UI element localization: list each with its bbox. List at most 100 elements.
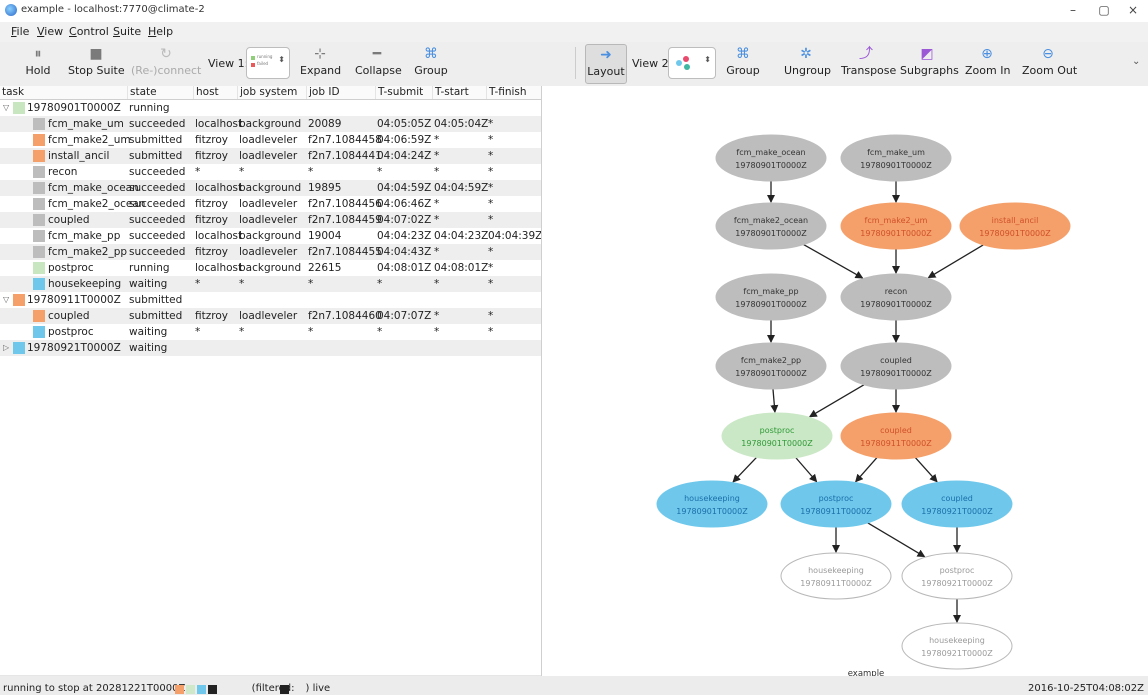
cell-tfin: * (488, 326, 494, 338)
transpose-button[interactable]: ⤴ Transpose (841, 44, 896, 82)
menu-help[interactable]: Help (148, 25, 173, 38)
graph-node[interactable]: fcm_make_pp 19780901T0000Z (715, 273, 827, 321)
col-t-finish[interactable]: T-finish (486, 86, 541, 99)
close-button[interactable]: × (1121, 1, 1145, 19)
col-state[interactable]: state (127, 86, 193, 99)
menu-file[interactable]: File (11, 25, 29, 38)
col-t-submit[interactable]: T-submit (375, 86, 432, 99)
col-task[interactable]: task (0, 86, 127, 99)
horizontal-scrollbar[interactable]: ◀ ▶ (0, 675, 541, 676)
toolbar-overflow-chevron-icon[interactable]: ⌄ (1132, 56, 1140, 67)
cycle-row[interactable]: ▷ 19780921T0000Z waiting (0, 340, 541, 356)
graph-node[interactable]: coupled 19780901T0000Z (840, 342, 952, 390)
scroll-left-icon[interactable]: ◀ (0, 675, 8, 676)
graph-node[interactable]: housekeeping 19780921T0000Z (901, 622, 1013, 670)
minimize-button[interactable]: – (1061, 1, 1085, 19)
table-row[interactable]: fcm_make_ocean succeeded localhost backgrou… (0, 180, 541, 196)
table-row[interactable]: fcm_make2_um submitted fitzroy loadleveler f… (0, 132, 541, 148)
table-row[interactable]: postproc running localhost background 22615 0… (0, 260, 541, 276)
hold-button[interactable]: ⏸ Hold (20, 44, 56, 82)
cell-host: localhost (195, 262, 243, 274)
table-row[interactable]: recon succeeded * * * * * * (0, 164, 541, 180)
col-t-start[interactable]: T-start (432, 86, 486, 99)
graph-node[interactable]: fcm_make_ocean 19780901T0000Z (715, 134, 827, 182)
table-row[interactable]: fcm_make_um succeeded localhost background 2… (0, 116, 541, 132)
cell-state: succeeded (129, 246, 186, 258)
graph-node[interactable]: postproc 19780901T0000Z (721, 412, 833, 460)
table-row[interactable]: fcm_make2_pp succeeded fitzroy loadleveler f… (0, 244, 541, 260)
group-button-left[interactable]: ⌘ Group (413, 44, 449, 82)
table-row[interactable]: postproc waiting * * * * * * (0, 324, 541, 340)
node-ellipse[interactable] (721, 412, 833, 460)
node-cycle: 19780901T0000Z (735, 369, 807, 378)
table-row[interactable]: coupled submitted fitzroy loadleveler f2n7.1… (0, 308, 541, 324)
expand-button[interactable]: ⊹ Expand (300, 44, 341, 82)
node-ellipse[interactable] (959, 202, 1071, 250)
cell-host: fitzroy (195, 134, 228, 146)
menu-suite[interactable]: Suite (113, 25, 141, 38)
node-ellipse[interactable] (715, 202, 827, 250)
graph-node[interactable]: coupled 19780921T0000Z (901, 480, 1013, 528)
node-ellipse[interactable] (656, 480, 768, 528)
cell-jobid: 19895 (308, 182, 342, 194)
subgraphs-button[interactable]: ◩ Subgraphs (900, 44, 959, 82)
zoom-in-button[interactable]: ⊕ Zoom In (965, 44, 1010, 82)
graph-node[interactable]: install_ancil 19780901T0000Z (959, 202, 1071, 250)
node-ellipse[interactable] (715, 273, 827, 321)
menu-view[interactable]: View (37, 25, 63, 38)
cycle-row[interactable]: ▽ 19780901T0000Z running (0, 100, 541, 116)
scroll-right-icon[interactable]: ▶ (532, 675, 540, 676)
graph-node[interactable]: fcm_make_um 19780901T0000Z (840, 134, 952, 182)
col-job-id[interactable]: job ID (306, 86, 375, 99)
expander-closed-icon[interactable]: ▷ (3, 340, 9, 356)
graph-node[interactable]: recon 19780901T0000Z (840, 273, 952, 321)
node-ellipse[interactable] (715, 134, 827, 182)
table-row[interactable]: housekeeping waiting * * * * * * (0, 276, 541, 292)
graph-node[interactable]: fcm_make2_um 19780901T0000Z (840, 202, 952, 250)
task-name: postproc (48, 326, 94, 338)
cycle-row[interactable]: ▽ 19780911T0000Z submitted (0, 292, 541, 308)
stop-suite-button[interactable]: ■ Stop Suite (68, 44, 125, 82)
node-ellipse[interactable] (840, 134, 952, 182)
task-tree-view[interactable]: task state host job system job ID T-subm… (0, 86, 542, 676)
col-host[interactable]: host (193, 86, 237, 99)
graph-node[interactable]: housekeeping 19780901T0000Z (656, 480, 768, 528)
node-ellipse[interactable] (901, 552, 1013, 600)
node-ellipse[interactable] (840, 273, 952, 321)
zoom-out-button[interactable]: ⊖ Zoom Out (1022, 44, 1077, 82)
graph-node[interactable]: postproc 19780911T0000Z (780, 480, 892, 528)
graph-node[interactable]: coupled 19780911T0000Z (840, 412, 952, 460)
node-ellipse[interactable] (901, 480, 1013, 528)
table-row[interactable]: coupled succeeded fitzroy loadleveler f2n7.1… (0, 212, 541, 228)
node-ellipse[interactable] (840, 412, 952, 460)
col-job-system[interactable]: job system (237, 86, 306, 99)
node-name: fcm_make2_um (865, 216, 928, 225)
group-button[interactable]: ⌘ Group (725, 44, 761, 82)
node-ellipse[interactable] (901, 622, 1013, 670)
graph-node[interactable]: housekeeping 19780911T0000Z (780, 552, 892, 600)
table-row[interactable]: install_ancil submitted fitzroy loadleveler… (0, 148, 541, 164)
node-ellipse[interactable] (780, 480, 892, 528)
table-row[interactable]: fcm_make_pp succeeded localhost background 1… (0, 228, 541, 244)
view2-select[interactable]: ⬍ (668, 47, 716, 79)
dependency-graph[interactable]: fcm_make_ocean 19780901T0000Z fcm_make_um 1… (542, 86, 1148, 676)
graph-view[interactable]: fcm_make_ocean 19780901T0000Z fcm_make_um 1… (542, 86, 1148, 676)
graph-node[interactable]: fcm_make2_ocean 19780901T0000Z (715, 202, 827, 250)
state-icon (13, 294, 25, 306)
table-row[interactable]: fcm_make2_ocean succeeded fitzroy loadlevel… (0, 196, 541, 212)
node-ellipse[interactable] (715, 342, 827, 390)
graph-node[interactable]: postproc 19780921T0000Z (901, 552, 1013, 600)
ungroup-button[interactable]: ✲ Ungroup (784, 44, 831, 82)
maximize-button[interactable]: ▢ (1092, 1, 1116, 19)
graph-node[interactable]: fcm_make2_pp 19780901T0000Z (715, 342, 827, 390)
reconnect-button[interactable]: ↻ (Re-)connect (131, 44, 201, 82)
layout-button[interactable]: ➜ Layout (585, 44, 627, 84)
collapse-button[interactable]: ━ Collapse (355, 44, 402, 82)
node-ellipse[interactable] (840, 202, 952, 250)
node-ellipse[interactable] (780, 552, 892, 600)
menu-control[interactable]: Control (69, 25, 109, 38)
view1-select[interactable]: running failed ⬍ (246, 47, 290, 79)
expander-open-icon[interactable]: ▽ (3, 100, 9, 116)
node-ellipse[interactable] (840, 342, 952, 390)
expander-open-icon[interactable]: ▽ (3, 292, 9, 308)
